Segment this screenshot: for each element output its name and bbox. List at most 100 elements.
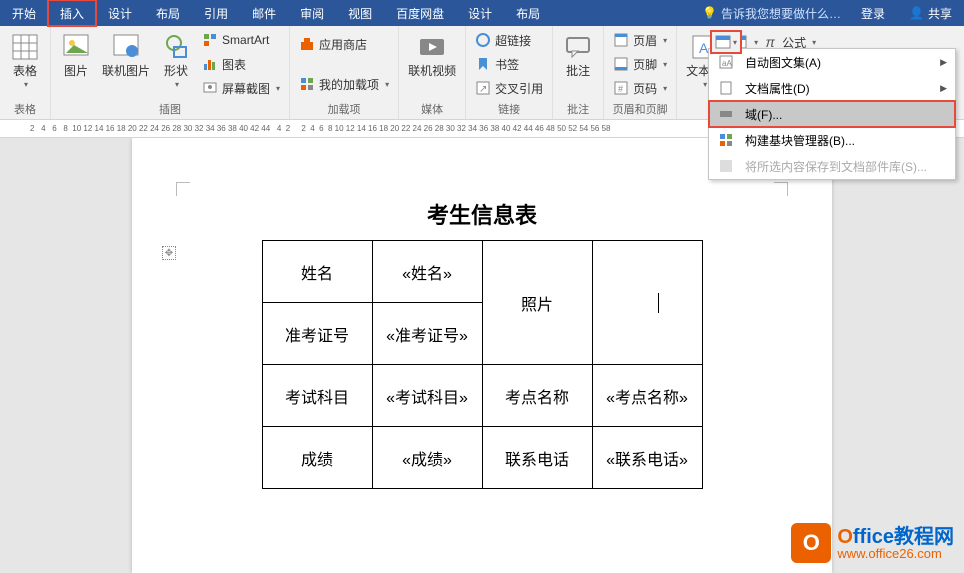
tab-references[interactable]: 引用 [192,0,240,26]
online-picture-button[interactable]: 联机图片 [98,29,154,99]
quick-parts-icon-highlighted [715,35,731,49]
svg-text:#: # [618,84,623,94]
tab-start[interactable]: 开始 [0,0,48,26]
margin-corner-tr [774,182,788,196]
cell-score-value[interactable]: «成绩» [372,427,482,489]
tab-design[interactable]: 设计 [96,0,144,26]
tab-mailings[interactable]: 邮件 [240,0,288,26]
bookmark-icon [475,56,491,72]
screenshot-button[interactable]: 屏幕截图 [198,77,284,99]
tell-me-placeholder: 告诉我您想要做什么… [721,5,841,22]
online-picture-icon [110,31,142,63]
header-icon [613,32,629,48]
picture-icon [60,31,92,63]
building-blocks-icon [717,131,735,149]
group-label-links: 链接 [471,99,547,119]
text-cursor [658,293,659,313]
chart-button[interactable]: 图表 [198,53,284,75]
chart-icon [202,56,218,72]
menu-field[interactable]: 域(F)... [709,101,955,127]
svg-text:aA: aA [722,59,732,68]
candidate-info-table[interactable]: 姓名 «姓名» 照片 准考证号 «准考证号» 考试科目 «考试科目» 考点名称 … [262,240,703,489]
page-number-button[interactable]: # 页码 [609,77,671,99]
table-button[interactable]: 表格 [5,29,45,99]
comment-icon [562,31,594,63]
comments-button[interactable]: 批注 [558,29,598,99]
cell-photo-label[interactable]: 照片 [482,241,592,365]
group-label-header-footer: 页眉和页脚 [609,99,671,119]
tab-table-layout[interactable]: 布局 [504,0,552,26]
cell-photo-value[interactable] [592,241,702,365]
quick-parts-dropdown: aA 自动图文集(A) ▶ 文档属性(D) ▶ 域(F)... 构建基块管理器(… [708,48,956,180]
picture-button[interactable]: 图片 [56,29,96,99]
ribbon-tab-bar: 开始 插入 设计 布局 引用 邮件 审阅 视图 百度网盘 设计 布局 💡 告诉我… [0,0,964,26]
submenu-arrow-icon: ▶ [940,57,947,68]
field-icon [717,105,735,123]
ribbon-group-comments: 批注 批注 [553,26,604,119]
cell-site-label[interactable]: 考点名称 [482,365,592,427]
quick-parts-button[interactable]: ▾ [711,31,741,53]
tab-view[interactable]: 视图 [336,0,384,26]
my-addins-button[interactable]: 我的加载项 [295,73,393,95]
hyperlink-button[interactable]: 超链接 [471,29,547,51]
table-icon [9,31,41,63]
tab-insert[interactable]: 插入 [48,0,96,26]
page-number-icon: # [613,80,629,96]
table-row[interactable]: 成绩 «成绩» 联系电话 «联系电话» [262,427,702,489]
lightbulb-icon: 💡 [702,6,717,20]
menu-save-selection[interactable]: 将所选内容保存到文档部件库(S)... [709,153,955,179]
login-button[interactable]: 登录 [849,5,897,22]
menu-building-blocks[interactable]: 构建基块管理器(B)... [709,127,955,153]
shapes-button[interactable]: 形状 [156,29,196,99]
cell-phone-value[interactable]: «联系电话» [592,427,702,489]
menu-doc-property[interactable]: 文档属性(D) ▶ [709,75,955,101]
cell-site-value[interactable]: «考点名称» [592,365,702,427]
cell-subject-value[interactable]: «考试科目» [372,365,482,427]
table-move-handle[interactable]: ✥ [162,246,176,260]
group-label-addins: 加载项 [295,99,393,119]
share-button[interactable]: 👤 共享 [897,5,964,22]
watermark: O Office教程网 www.office26.com [791,523,954,563]
tab-table-design[interactable]: 设计 [456,0,504,26]
submenu-arrow-icon: ▶ [940,83,947,94]
app-store-button[interactable]: 应用商店 [295,33,393,55]
cell-ticket-value[interactable]: «准考证号» [372,303,482,365]
cross-ref-icon: ↗ [475,80,491,96]
tab-layout[interactable]: 布局 [144,0,192,26]
ribbon-group-addins: 应用商店 我的加载项 加载项 [290,26,399,119]
group-label-illustrations: 插图 [56,99,284,119]
smartart-button[interactable]: SmartArt [198,29,284,51]
cell-name-value[interactable]: «姓名» [372,241,482,303]
cell-name-label[interactable]: 姓名 [262,241,372,303]
cell-score-label[interactable]: 成绩 [262,427,372,489]
cross-ref-button[interactable]: ↗ 交叉引用 [471,77,547,99]
cell-ticket-label[interactable]: 准考证号 [262,303,372,365]
tab-baidu[interactable]: 百度网盘 [384,0,456,26]
group-label-table: 表格 [5,99,45,119]
document-title[interactable]: 考生信息表 [132,198,832,230]
cell-phone-label[interactable]: 联系电话 [482,427,592,489]
hyperlink-icon [475,32,491,48]
tab-review[interactable]: 审阅 [288,0,336,26]
header-button[interactable]: 页眉 [609,29,671,51]
smartart-icon [202,32,218,48]
tell-me-box[interactable]: 💡 告诉我您想要做什么… [694,5,849,22]
screenshot-icon [202,80,218,96]
bookmark-button[interactable]: 书签 [471,53,547,75]
table-row[interactable]: 姓名 «姓名» 照片 [262,241,702,303]
document-page[interactable]: ✥ 考生信息表 姓名 «姓名» 照片 准考证号 «准考证号» 考试科目 «考试科… [132,138,832,573]
table-row[interactable]: 考试科目 «考试科目» 考点名称 «考点名称» [262,365,702,427]
shapes-icon [160,31,192,63]
ribbon-group-header-footer: 页眉 页脚 # 页码 页眉和页脚 [604,26,677,119]
watermark-title: Office教程网 [837,527,954,547]
menu-autotext[interactable]: aA 自动图文集(A) ▶ [709,49,955,75]
ribbon-group-media: 联机视频 媒体 [399,26,466,119]
group-label-media: 媒体 [404,99,460,119]
document-area[interactable]: ✥ 考生信息表 姓名 «姓名» 照片 准考证号 «准考证号» 考试科目 «考试科… [0,138,964,573]
margin-corner-tl [176,182,190,196]
footer-icon [613,56,629,72]
footer-button[interactable]: 页脚 [609,53,671,75]
watermark-url: www.office26.com [837,547,954,560]
online-video-button[interactable]: 联机视频 [404,29,460,99]
cell-subject-label[interactable]: 考试科目 [262,365,372,427]
